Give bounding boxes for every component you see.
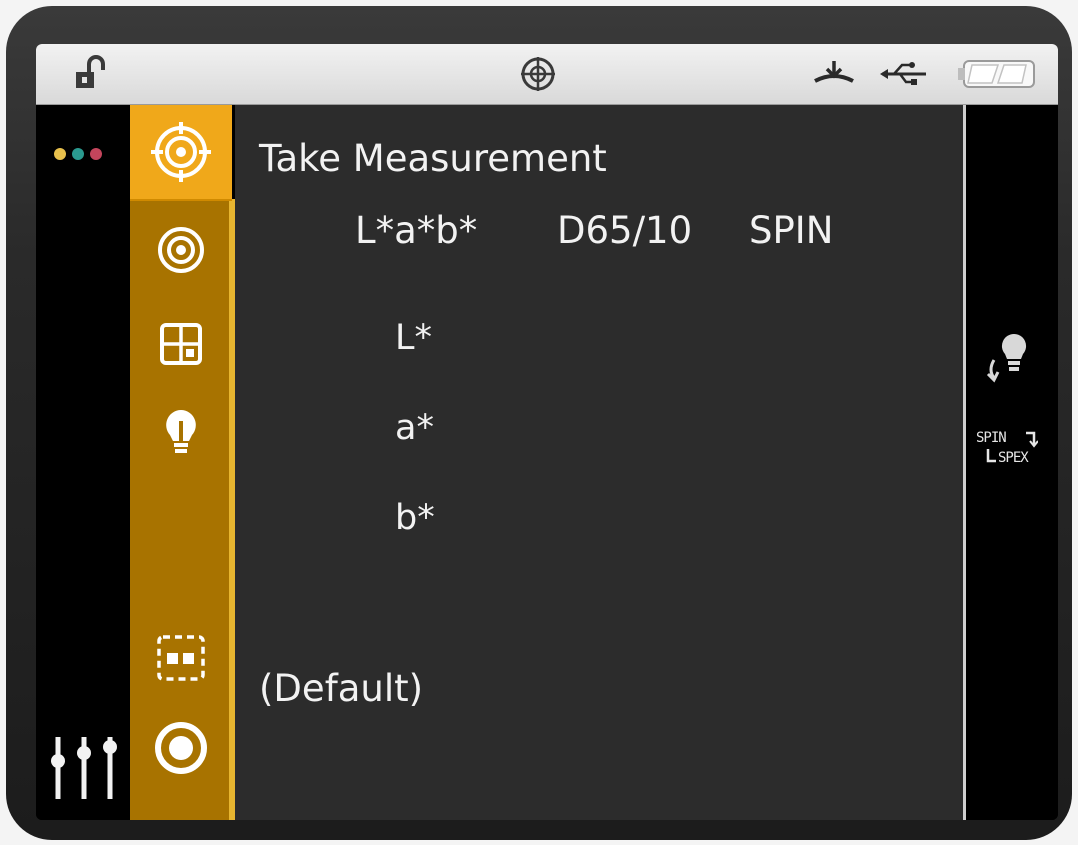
field-l-label: L* <box>395 318 432 358</box>
sliders-icon[interactable] <box>44 733 124 807</box>
toggle-spin-label: SPIN <box>976 430 1007 446</box>
illuminant-observer-label: D65/10 <box>557 209 693 252</box>
usb-icon <box>874 44 934 104</box>
mode-label: SPIN <box>749 209 834 252</box>
three-dots-icon[interactable] <box>54 148 102 160</box>
concentric-circle-icon[interactable] <box>130 210 232 290</box>
right-control-column: SPIN SPEX <box>966 105 1058 820</box>
page-title: Take Measurement <box>259 137 607 180</box>
ring-icon[interactable] <box>130 708 232 788</box>
field-a-label: a* <box>395 408 434 448</box>
device-screen: Take Measurement L*a*b* D65/10 SPIN L* a… <box>36 44 1058 820</box>
unlock-icon[interactable] <box>64 44 120 104</box>
field-b-label: b* <box>395 498 435 538</box>
calibration-tile-icon <box>806 44 862 104</box>
dashed-box-icon[interactable] <box>130 620 232 696</box>
measurement-panel: Take Measurement L*a*b* D65/10 SPIN L* a… <box>235 105 966 820</box>
left-control-column <box>36 105 130 820</box>
toggle-spex-label: SPEX <box>998 450 1029 466</box>
job-label: (Default) <box>259 667 424 710</box>
target-icon <box>510 44 566 104</box>
grid-icon[interactable] <box>130 306 232 382</box>
cycle-arrow-return-icon <box>984 447 998 471</box>
lightbulb-icon[interactable] <box>130 394 232 470</box>
status-bar <box>36 44 1058 105</box>
color-space-label: L*a*b* <box>355 209 478 252</box>
battery-icon <box>954 44 1040 104</box>
measure-target-icon[interactable] <box>130 105 232 199</box>
lightbulb-cycle-icon[interactable] <box>984 330 1034 390</box>
